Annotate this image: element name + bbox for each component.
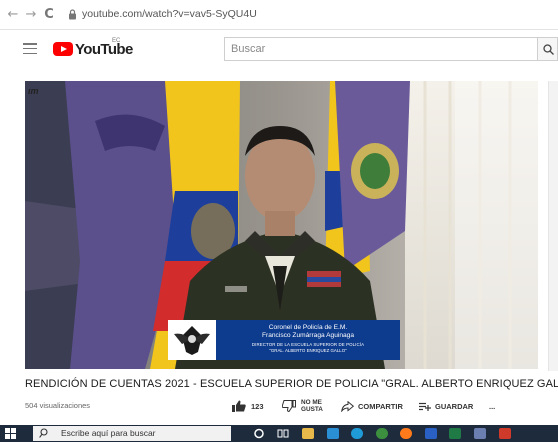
reload-button[interactable]: C <box>42 8 56 22</box>
video-title: RENDICIÓN DE CUENTAS 2021 - ESCUELA SUPE… <box>25 378 558 390</box>
view-count: 504 visualizaciones <box>25 401 91 410</box>
save-button[interactable]: GUARDAR <box>419 398 473 414</box>
dislike-label-line2: GUSTA <box>301 406 323 413</box>
youtube-header: YouTube EC Buscar <box>0 30 558 68</box>
region-code: EC <box>112 38 121 44</box>
search-button[interactable] <box>537 37 558 61</box>
task-view-icon[interactable] <box>277 428 289 439</box>
save-label: GUARDAR <box>435 401 474 411</box>
more-icon: ... <box>489 401 496 411</box>
word-icon[interactable] <box>425 428 437 439</box>
video-player[interactable]: ım Coronel de Policía de E.M. Francisco … <box>25 81 538 369</box>
lower-third-caption: Coronel de Policía de E.M. Francisco Zum… <box>216 320 400 360</box>
search-icon <box>543 44 554 55</box>
back-button[interactable]: ← <box>6 8 20 22</box>
share-button[interactable]: COMPARTIR <box>341 398 403 414</box>
thumbs-up-icon <box>232 400 246 412</box>
caption-position: DIRECTOR DE LA ESCUELA SUPERIOR DE POLIC… <box>251 342 365 347</box>
browser-toolbar: ← → C youtube.com/watch?v=vav5-SyQU4U <box>0 0 558 30</box>
edge-browser-icon[interactable] <box>351 428 363 439</box>
lock-icon <box>69 9 76 20</box>
dislike-button[interactable]: NO ME GUSTA <box>282 398 323 414</box>
more-actions-button[interactable]: ... <box>489 398 495 414</box>
caption-rank: Coronel de Policía de E.M. <box>268 324 348 331</box>
police-emblem-icon <box>168 320 216 360</box>
caption-name: Francisco Zumárraga Aguinaga <box>262 332 354 339</box>
like-count: 123 <box>251 401 264 411</box>
mail-icon[interactable] <box>327 428 339 439</box>
youtube-logo-text: YouTube <box>75 40 133 58</box>
youtube-logo[interactable]: YouTube <box>53 40 133 58</box>
address-bar[interactable]: youtube.com/watch?v=vav5-SyQU4U <box>64 6 558 25</box>
caption-institution: "GRAL. ALBERTO ENRIQUEZ GALLO" <box>269 348 347 353</box>
play-logo-icon <box>53 42 73 56</box>
url-text: youtube.com/watch?v=vav5-SyQU4U <box>82 8 257 20</box>
forward-button[interactable]: → <box>24 8 38 22</box>
firefox-browser-icon[interactable] <box>400 428 412 439</box>
playlist-add-icon <box>419 402 431 411</box>
search-input[interactable]: Buscar <box>224 37 537 61</box>
share-label: COMPARTIR <box>358 401 403 411</box>
menu-icon[interactable] <box>23 43 37 55</box>
search-placeholder: Buscar <box>231 43 266 55</box>
windows-start-icon[interactable] <box>5 428 16 439</box>
app-icon[interactable] <box>474 428 486 439</box>
lower-third: Coronel de Policía de E.M. Francisco Zum… <box>168 320 400 360</box>
taskbar-search-icon <box>39 428 48 438</box>
taskbar-search[interactable]: Escribe aquí para buscar <box>33 426 231 441</box>
channel-watermark: ım <box>28 86 39 96</box>
excel-icon[interactable] <box>449 428 461 439</box>
share-arrow-icon <box>341 400 354 412</box>
side-panel <box>548 81 558 371</box>
dislike-label-line1: NO ME <box>301 399 322 406</box>
windows-taskbar: Escribe aquí para buscar <box>0 425 558 442</box>
thumbs-down-icon <box>282 400 296 412</box>
acrobat-icon[interactable] <box>499 428 511 439</box>
like-button[interactable]: 123 <box>232 398 264 414</box>
cortana-icon[interactable] <box>253 428 265 439</box>
taskbar-search-placeholder: Escribe aquí para buscar <box>61 428 156 438</box>
chrome-browser-icon[interactable] <box>376 428 388 439</box>
file-explorer-icon[interactable] <box>302 428 314 439</box>
